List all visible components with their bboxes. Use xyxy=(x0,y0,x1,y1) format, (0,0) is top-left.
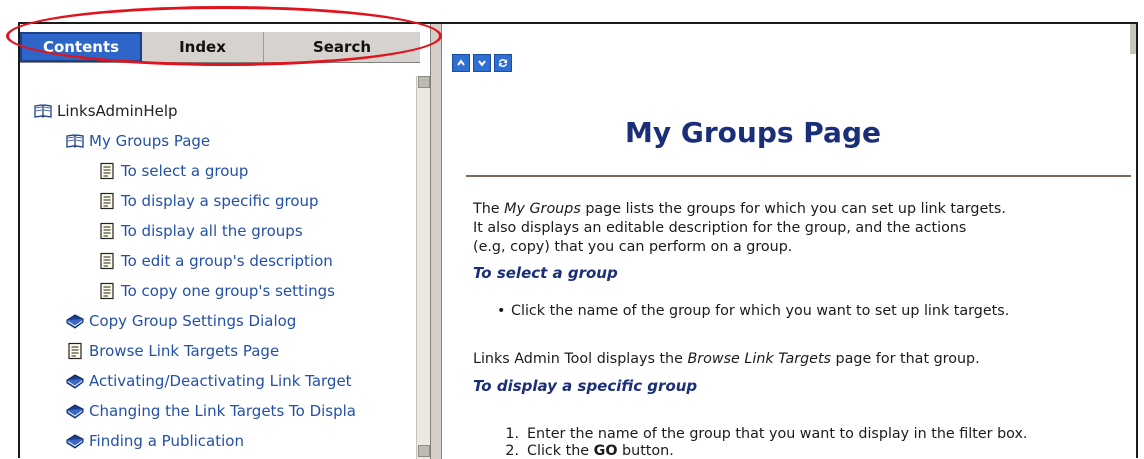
tree-item-label: To display a specific group xyxy=(121,192,319,210)
tree-item-to-select-a-group[interactable]: To select a group xyxy=(98,162,248,180)
section-heading-select-group: To select a group xyxy=(473,264,618,282)
tab-search[interactable]: Search xyxy=(264,32,420,62)
step-number: 1. xyxy=(505,426,519,442)
tab-contents[interactable]: Contents xyxy=(20,32,142,62)
tree-item-label: Copy Group Settings Dialog xyxy=(89,312,297,330)
bullet-item: Click the name of the group for which yo… xyxy=(497,303,1009,319)
step-text: Click the xyxy=(527,443,594,459)
tree-item-my-groups-page[interactable]: My Groups Page xyxy=(66,132,210,150)
page-icon xyxy=(98,192,116,210)
page-icon xyxy=(98,282,116,300)
chevron-down-icon xyxy=(478,60,486,67)
closed-book-icon xyxy=(66,432,84,450)
sync-icon xyxy=(499,58,507,68)
tree-root[interactable]: LinksAdminHelp xyxy=(34,102,178,120)
scroll-down-arrow-icon[interactable] xyxy=(418,445,430,457)
closed-book-icon xyxy=(66,402,84,420)
intro-paragraph: The My Groups page lists the groups for … xyxy=(473,200,1006,257)
tree-item-label: My Groups Page xyxy=(89,132,211,150)
tree-item-label: To select a group xyxy=(121,162,249,180)
step-text: Enter the name of the group that you wan… xyxy=(527,426,1028,442)
intro-line-3: (e.g, copy) that you can perform on a gr… xyxy=(473,239,793,255)
tree-item-label: To display all the groups xyxy=(121,222,303,240)
step-item: 1. Enter the name of the group that you w… xyxy=(505,426,1028,442)
tree-item-finding-a-publication[interactable]: Finding a Publication xyxy=(66,432,244,450)
page-title: My Groups Page xyxy=(625,116,881,149)
closed-book-icon xyxy=(66,372,84,390)
tree-item-label: Browse Link Targets Page xyxy=(89,342,280,360)
browse-emphasis: Browse Link Targets xyxy=(687,351,832,367)
tree-item-copy-group-settings-dialog[interactable]: Copy Group Settings Dialog xyxy=(66,312,296,330)
tree-item-browse-link-targets-page[interactable]: Browse Link Targets Page xyxy=(66,342,279,360)
page-icon xyxy=(98,252,116,270)
intro-emphasis: My Groups xyxy=(504,201,581,217)
tree-item-label: To copy one group's settings xyxy=(121,282,335,300)
tab-index[interactable]: Index xyxy=(142,32,264,62)
section-heading-display-specific-group: To display a specific group xyxy=(473,377,698,395)
contents-scrollbar[interactable] xyxy=(416,76,431,459)
go-button-reference: GO xyxy=(593,443,618,459)
tree-item-to-display-a-specific-group[interactable]: To display a specific group xyxy=(98,192,319,210)
step-number: 2. xyxy=(505,443,519,459)
title-divider xyxy=(466,175,1131,177)
browse-text: page for that group. xyxy=(831,351,980,367)
closed-book-icon xyxy=(66,312,84,330)
browse-text: Links Admin Tool displays the xyxy=(473,351,688,367)
tree-item-label: Changing the Link Targets To Displa xyxy=(89,402,356,420)
intro-line-1: The My Groups page lists the groups for … xyxy=(473,200,1006,219)
sync-toc-button[interactable] xyxy=(494,54,512,72)
previous-topic-button[interactable] xyxy=(452,54,470,72)
pane-splitter[interactable] xyxy=(430,24,442,459)
tree-item-label: To edit a group's description xyxy=(121,252,333,270)
step-text: button. xyxy=(617,443,674,459)
open-book-icon xyxy=(66,132,84,150)
tree-item-changing-the-link-targets[interactable]: Changing the Link Targets To Displa xyxy=(66,402,356,420)
next-topic-button[interactable] xyxy=(473,54,491,72)
tree-root-label: LinksAdminHelp xyxy=(57,102,178,120)
page-icon xyxy=(66,342,84,360)
tree-item-label: Activating/Deactivating Link Target xyxy=(89,372,352,390)
intro-line-2: It also displays an editable description… xyxy=(473,220,967,236)
tree-item-to-display-all-the-groups[interactable]: To display all the groups xyxy=(98,222,303,240)
tree-item-activating-deactivating-link-target[interactable]: Activating/Deactivating Link Target xyxy=(66,372,352,390)
open-book-icon xyxy=(34,102,52,120)
tree-item-label: Finding a Publication xyxy=(89,432,244,450)
step-item: 2. Click the GO button. xyxy=(505,443,674,459)
page-icon xyxy=(98,162,116,180)
chevron-up-icon xyxy=(457,59,465,66)
scroll-up-arrow-icon[interactable] xyxy=(418,76,430,88)
page-icon xyxy=(98,222,116,240)
nav-tabs: Contents Index Search xyxy=(20,31,420,63)
tree-item-to-copy-one-groups-settings[interactable]: To copy one group's settings xyxy=(98,282,335,300)
intro-text: page lists the groups for which you can … xyxy=(580,201,1006,217)
browse-paragraph: Links Admin Tool displays the Browse Lin… xyxy=(473,350,980,369)
tree-item-to-edit-a-groups-description[interactable]: To edit a group's description xyxy=(98,252,333,270)
topic-scrollbar[interactable] xyxy=(1130,24,1136,54)
navigation-pane: Contents Index Search LinksAdminHelp My … xyxy=(20,24,431,459)
intro-text: The xyxy=(473,201,505,217)
topic-pane: My Groups Page The My Groups page lists … xyxy=(443,24,1136,459)
topic-nav-buttons xyxy=(452,54,512,72)
